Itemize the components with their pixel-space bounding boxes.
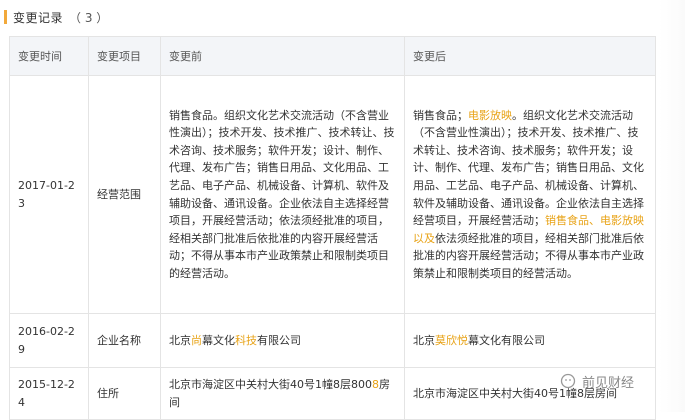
text-segment: 。组织文化艺术交流活动（不含营业性演出）；技术开发、技术推广、技术转让、技术咨询… — [413, 108, 644, 228]
table-row: 2016-02-29 企业名称 北京尚幕文化科技有限公司 北京莫欣悦幕文化有限公… — [9, 313, 656, 368]
section-title: 变更记录 — [13, 10, 64, 25]
row-date: 2016-02-29 — [9, 313, 89, 368]
row-item: 企业名称 — [88, 313, 161, 368]
highlighted-text: 8 — [372, 377, 379, 391]
item-text: 企业名称 — [97, 333, 141, 347]
header-change-time: 变更时间 — [9, 36, 89, 76]
highlighted-text: 莫欣悦 — [435, 333, 468, 347]
header-before: 变更前 — [160, 36, 405, 76]
text-segment: 北京 — [413, 333, 435, 347]
date-text: 2016-02-29 — [18, 324, 75, 356]
text-segment: 北京 — [169, 333, 191, 347]
text-segment: 幕文化有限公司 — [468, 333, 545, 347]
row-date: 2017-01-23 — [9, 75, 89, 314]
after-text: 销售食品；电影放映。组织文化艺术交流活动（不含营业性演出）；技术开发、技术推广、… — [413, 107, 647, 283]
table-header-row: 变更时间 变更项目 变更前 变更后 — [9, 36, 656, 76]
row-after: 北京莫欣悦幕文化有限公司 — [404, 313, 656, 368]
header-after: 变更后 — [404, 36, 656, 76]
edge-shadow — [659, 0, 685, 412]
highlighted-text: 科技 — [235, 333, 257, 347]
before-text: 北京市海淀区中关村大街40号1幢8层8008房间 — [169, 376, 396, 411]
watermark: 前见财经 — [560, 372, 634, 391]
date-text: 2015-12-24 — [18, 377, 75, 409]
watermark-text: 前见财经 — [582, 376, 635, 391]
highlighted-text: 尚 — [191, 333, 202, 347]
header-change-item: 变更项目 — [88, 36, 161, 76]
row-after: 销售食品；电影放映。组织文化艺术交流活动（不含营业性演出）；技术开发、技术推广、… — [404, 75, 656, 314]
before-text: 北京尚幕文化科技有限公司 — [169, 332, 396, 350]
text-segment: 北京市海淀区中关村大街40号1幢8层800 — [169, 377, 372, 391]
table-row: 2017-01-23 经营范围 销售食品。组织文化艺术交流活动（不含营业性演出）… — [9, 75, 656, 314]
section-header: 变更记录 （ 3 ） — [4, 8, 108, 26]
item-text: 经营范围 — [97, 187, 141, 201]
change-records-table: 变更时间 变更项目 变更前 变更后 2017-01-23 经营范围 销售食品。组… — [9, 36, 656, 420]
after-text: 北京莫欣悦幕文化有限公司 — [413, 332, 647, 350]
text-segment: 幕文化 — [202, 333, 235, 347]
date-text: 2017-01-23 — [18, 178, 75, 210]
wechat-icon — [560, 373, 576, 388]
row-before: 销售食品。组织文化艺术交流活动（不含营业性演出）；技术开发、技术推广、技术转让、… — [160, 75, 405, 314]
text-segment: 依法须经批准的项目，经相关部门批准后依批准的内容开展经营活动；不得从事本市产业政… — [413, 231, 644, 280]
text-segment: 有限公司 — [257, 333, 301, 347]
row-item: 经营范围 — [88, 75, 161, 314]
highlighted-text: 电影放映 — [468, 108, 512, 122]
text-segment: 销售食品； — [413, 108, 468, 122]
before-text: 销售食品。组织文化艺术交流活动（不含营业性演出）；技术开发、技术推广、技术转让、… — [169, 108, 395, 280]
item-text: 住所 — [97, 386, 119, 400]
row-before: 北京尚幕文化科技有限公司 — [160, 313, 405, 368]
record-count: （ 3 ） — [69, 10, 109, 25]
section-accent-bar — [4, 10, 7, 24]
